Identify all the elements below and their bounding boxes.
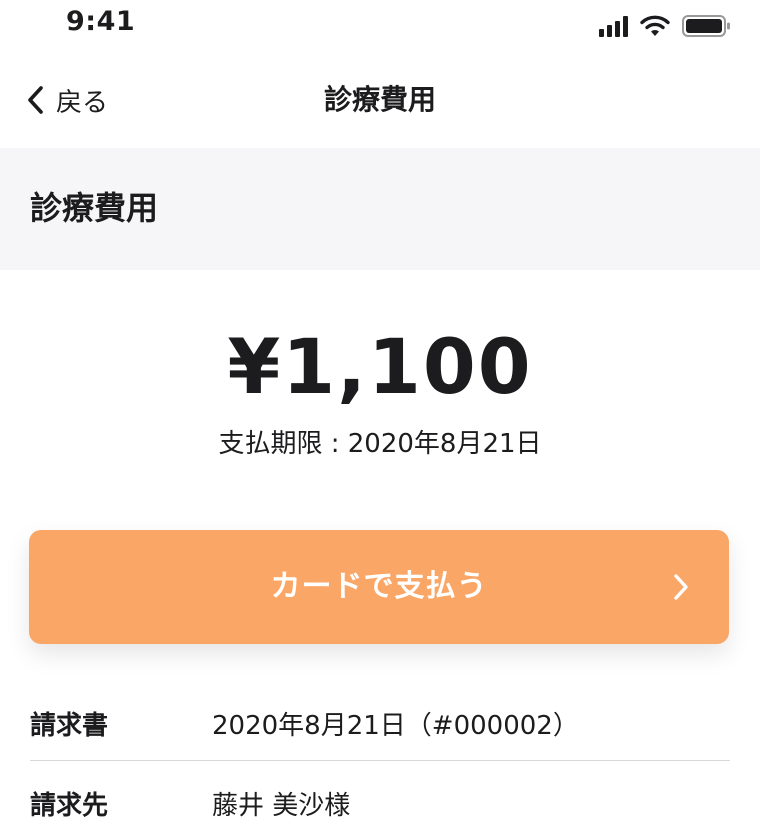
billing-recipient-row: 請求先 藤井 美沙様 <box>30 770 730 840</box>
invoice-row: 請求書 2020年8月21日（#000002） <box>30 690 730 761</box>
billing-recipient-label: 請求先 <box>30 791 109 821</box>
due-date-value: 2020年8月21日 <box>347 429 542 459</box>
wifi-icon <box>640 15 670 37</box>
section-title: 診療費用 <box>30 189 159 227</box>
chevron-right-icon <box>673 573 689 601</box>
nav-title: 診療費用 <box>323 83 436 116</box>
invoice-value: 2020年8月21日（#000002） <box>212 711 579 741</box>
status-bar: 9:41 <box>0 0 760 50</box>
due-date-line: 支払期限2020年8月21日 <box>0 426 760 462</box>
payment-amount: ¥1,100 <box>227 322 533 411</box>
status-time: 9:41 <box>66 6 136 37</box>
cellular-signal-icon <box>599 15 628 37</box>
status-icons <box>599 12 732 40</box>
billing-recipient-value: 藤井 美沙様 <box>212 791 351 821</box>
pay-button-label: カードで支払う <box>270 569 488 604</box>
invoice-label: 請求書 <box>30 711 109 741</box>
navigation-bar: 戻る 診療費用 <box>0 56 760 144</box>
pay-by-card-button[interactable]: カードで支払う <box>29 530 729 644</box>
section-header: 診療費用 <box>0 148 760 270</box>
due-date-label: 支払期限 <box>218 429 347 459</box>
battery-icon <box>682 14 732 38</box>
payment-screen: 9:41 戻る 診療費用 診療費用 ¥1,100 支払期限: 2020年8月2… <box>0 0 760 840</box>
